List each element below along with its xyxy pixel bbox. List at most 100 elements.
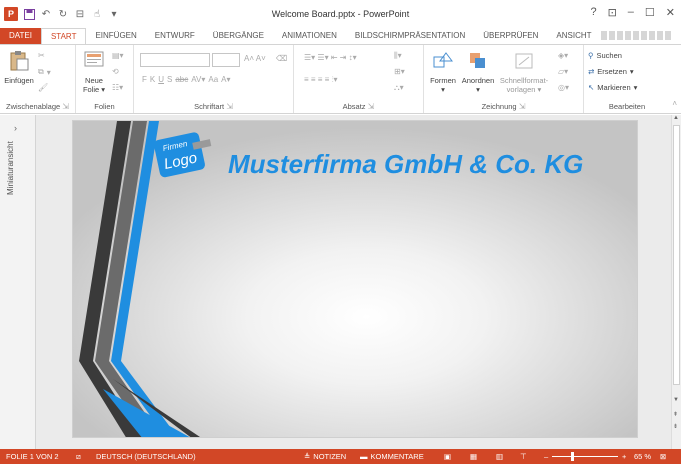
- change-case-button[interactable]: Aa: [208, 75, 218, 84]
- user-account[interactable]: [601, 31, 673, 40]
- company-name[interactable]: Musterfirma GmbH & Co. KG: [228, 149, 583, 179]
- tab-ueberpruefen[interactable]: ÜBERPRÜFEN: [474, 28, 547, 44]
- group-label-absatz: Absatz ⇲: [342, 102, 375, 111]
- notes-button[interactable]: ≜ NOTIZEN: [304, 452, 346, 461]
- format-painter-icon[interactable]: 🖌: [38, 83, 48, 92]
- arrange-button[interactable]: Anordnen ▾: [460, 51, 496, 94]
- tab-datei[interactable]: DATEI: [0, 28, 41, 44]
- minimize-icon[interactable]: –: [628, 6, 634, 19]
- font-size-field[interactable]: [212, 53, 240, 67]
- normal-view-icon[interactable]: ▣: [444, 452, 451, 461]
- group-schriftart: A˄ A˅ ⌫ F K U S abc AV▾ Aa A▾ Schriftart…: [134, 45, 294, 113]
- group-label-folien: Folien: [94, 102, 115, 111]
- tab-start[interactable]: START: [40, 28, 87, 44]
- close-icon[interactable]: ✕: [666, 6, 675, 19]
- scroll-down-icon[interactable]: ▼: [673, 397, 679, 403]
- paste-button[interactable]: Einfügen: [4, 51, 34, 85]
- tab-uebergaenge[interactable]: ÜBERGÄNGE: [204, 28, 273, 44]
- tab-entwurf[interactable]: ENTWURF: [146, 28, 204, 44]
- shadow-button[interactable]: S: [167, 75, 172, 84]
- zoom-out-button[interactable]: –: [544, 452, 548, 461]
- copy-icon[interactable]: ⧉ ▾: [38, 67, 51, 77]
- shapes-icon: [433, 52, 453, 68]
- font-name-field[interactable]: [140, 53, 210, 67]
- bold-button[interactable]: F: [142, 75, 147, 84]
- quick-styles-icon: [515, 53, 533, 69]
- slide-decoration: Firmen Logo Musterfirma GmbH & Co. KG: [79, 121, 583, 437]
- collapse-ribbon-icon[interactable]: ˄: [672, 99, 677, 108]
- slide-sorter-icon[interactable]: ▦: [470, 452, 477, 461]
- tab-bildschirmpraesentation[interactable]: BILDSCHIRMPRÄSENTATION: [346, 28, 474, 44]
- ribbon-tabs: DATEI START EINFÜGEN ENTWURF ÜBERGÄNGE A…: [0, 28, 681, 44]
- reset-slide-icon[interactable]: ⟲: [112, 67, 119, 76]
- group-label-zeichnung: Zeichnung ⇲: [481, 102, 526, 111]
- underline-button[interactable]: U: [158, 75, 164, 84]
- italic-button[interactable]: K: [150, 75, 155, 84]
- zoom-level[interactable]: 65 %: [634, 452, 651, 461]
- scroll-thumb[interactable]: [673, 125, 680, 385]
- zoom-in-button[interactable]: +: [622, 452, 626, 461]
- new-slide-icon: [84, 51, 104, 67]
- window-controls: ? ⊡ – ☐ ✕: [590, 6, 675, 19]
- layout-icon[interactable]: ▤▾: [112, 51, 124, 60]
- replace-button[interactable]: ⇄ Ersetzen ▾: [588, 67, 634, 76]
- fit-to-window-icon[interactable]: ⊠: [660, 452, 666, 461]
- clear-format-icon[interactable]: ⌫: [276, 54, 287, 63]
- window-title: Welcome Board.pptx - PowerPoint: [271, 9, 410, 19]
- grow-font-icon[interactable]: A˄ A˅: [244, 54, 266, 63]
- tab-einfuegen[interactable]: EINFÜGEN: [86, 28, 145, 44]
- cursor-icon: ↖: [588, 83, 595, 92]
- group-zeichnung: Formen ▾ Anordnen ▾ Schnellformat-vorlagen…: [424, 45, 584, 113]
- expand-panel-chevron-icon[interactable]: ›: [14, 123, 17, 133]
- vertical-scrollbar[interactable]: ▲ ▼ ⇞ ⇟: [671, 115, 681, 449]
- group-label-bearbeiten: Bearbeiten: [608, 102, 646, 111]
- reading-view-icon[interactable]: ▥: [496, 452, 503, 461]
- slideshow-icon[interactable]: ⊤: [520, 452, 527, 461]
- shape-effects-icon[interactable]: ◎▾: [558, 83, 569, 92]
- slide-counter[interactable]: FOLIE 1 VON 2: [6, 452, 59, 461]
- logo-badge: Firmen Logo: [153, 132, 212, 178]
- prev-slide-icon[interactable]: ⇞: [673, 411, 678, 418]
- font-color-icon[interactable]: A▾: [221, 75, 230, 84]
- smartart-icon[interactable]: ⛬▾: [394, 83, 404, 93]
- select-button[interactable]: ↖ Markieren ▾: [588, 83, 637, 92]
- status-bar: FOLIE 1 VON 2 ⧄ DEUTSCH (DEUTSCHLAND) ≜ N…: [0, 449, 681, 464]
- tab-ansicht[interactable]: ANSICHT: [547, 28, 600, 44]
- editor-area: › Miniaturansicht Firmen Logo Musterfirm…: [0, 115, 681, 449]
- group-label-zwischenablage: Zwischenablage ⇲: [6, 102, 69, 111]
- align-buttons[interactable]: ≡ ≡ ≡ ≡ ⫶▾: [304, 75, 338, 85]
- ribbon-display-icon[interactable]: ⊡: [608, 6, 617, 19]
- shape-outline-icon[interactable]: ▱▾: [558, 67, 568, 76]
- shape-fill-icon[interactable]: ◈▾: [558, 51, 568, 60]
- strikethrough-button[interactable]: abc: [175, 75, 188, 84]
- title-bar: P ↶ ↻ ⊟ ☝ ▾ Welcome Board.pptx - PowerPo…: [0, 0, 681, 28]
- group-bearbeiten: ⚲ Suchen ⇄ Ersetzen ▾ ↖ Markieren ▾ Bearbei…: [584, 45, 670, 113]
- tab-animationen[interactable]: ANIMATIONEN: [273, 28, 346, 44]
- cut-icon[interactable]: ✂: [38, 51, 45, 60]
- quick-styles-button[interactable]: Schnellformat-vorlagen ▾: [498, 51, 550, 94]
- zoom-slider-track[interactable]: [552, 456, 618, 457]
- ribbon: Einfügen ✂ ⧉ ▾ 🖌 Zwischenablage ⇲ Neue Fol…: [0, 44, 681, 114]
- section-icon[interactable]: ☷▾: [112, 83, 123, 92]
- slide-canvas[interactable]: Firmen Logo Musterfirma GmbH & Co. KG: [72, 120, 638, 438]
- paste-icon: [10, 51, 29, 71]
- zoom-slider-knob[interactable]: [571, 452, 575, 461]
- shapes-button[interactable]: Formen ▾: [426, 51, 460, 94]
- help-icon[interactable]: ?: [590, 6, 596, 19]
- comments-button[interactable]: ▬ KOMMENTARE: [360, 452, 424, 461]
- spellcheck-icon[interactable]: ⧄: [76, 452, 81, 462]
- thumbnail-panel-collapsed[interactable]: › Miniaturansicht: [0, 115, 36, 449]
- text-direction-icon[interactable]: ⫼▾: [394, 51, 402, 61]
- char-spacing-icon[interactable]: AV▾: [191, 75, 205, 84]
- replace-icon: ⇄: [588, 67, 595, 76]
- language-indicator[interactable]: DEUTSCH (DEUTSCHLAND): [96, 452, 196, 461]
- maximize-icon[interactable]: ☐: [645, 6, 655, 19]
- align-text-icon[interactable]: ⊞▾: [394, 67, 405, 76]
- font-format-buttons: F K U S abc AV▾ Aa A▾: [142, 75, 231, 84]
- find-button[interactable]: ⚲ Suchen: [588, 51, 622, 60]
- scroll-up-icon[interactable]: ▲: [673, 115, 679, 121]
- new-slide-button[interactable]: Neue Folie ▾: [80, 51, 108, 94]
- next-slide-icon[interactable]: ⇟: [673, 423, 678, 430]
- group-absatz: ☰▾ ☰▾ ⇤ ⇥ ↕▾ ⫼▾ ≡ ≡ ≡ ≡ ⫶▾ ⊞▾ ⛬▾ Absatz …: [294, 45, 424, 113]
- list-buttons[interactable]: ☰▾ ☰▾ ⇤ ⇥ ↕▾: [304, 53, 357, 62]
